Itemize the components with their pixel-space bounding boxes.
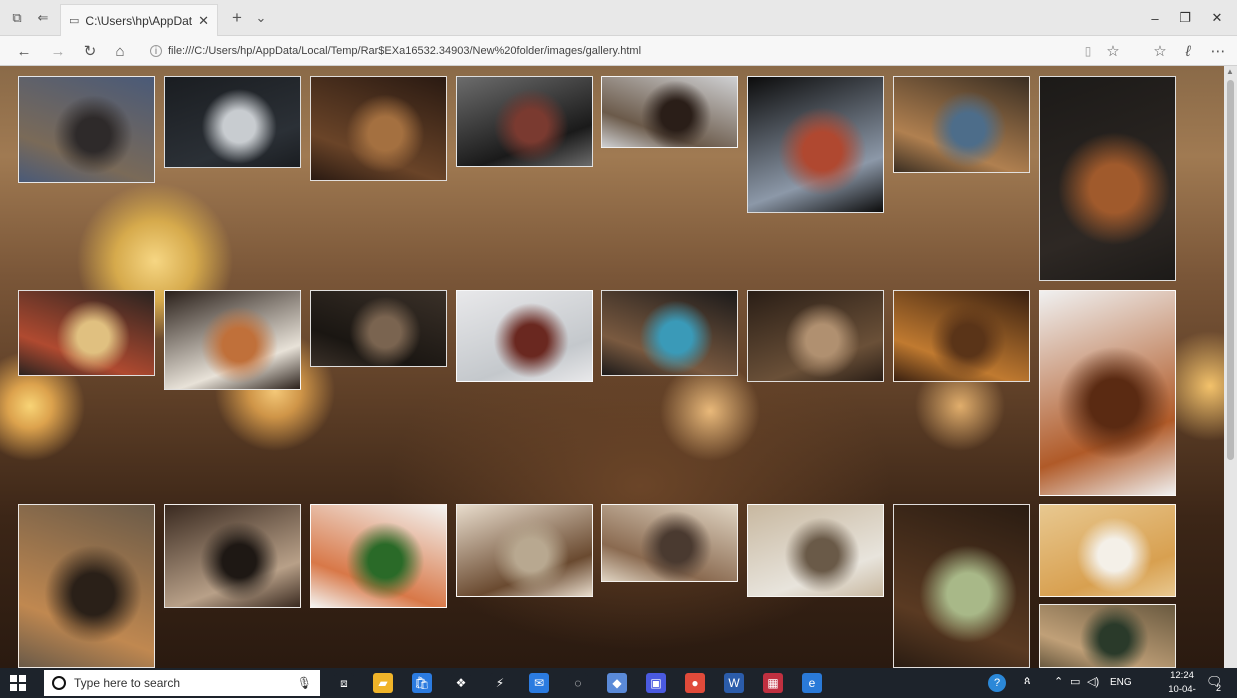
gallery-image[interactable]	[747, 290, 884, 382]
gallery-image[interactable]	[893, 76, 1030, 173]
gallery-image[interactable]	[747, 76, 884, 213]
microphone-icon[interactable]: 🎙	[297, 676, 312, 690]
gallery-image[interactable]	[456, 504, 593, 597]
url-field[interactable]: i file:///C:/Users/hp/AppData/Local/Temp…	[150, 40, 1070, 62]
gallery-image[interactable]	[456, 76, 593, 167]
url-text: file:///C:/Users/hp/AppData/Local/Temp/R…	[168, 45, 642, 57]
favorites-hub-icon[interactable]: ☆	[1150, 42, 1170, 60]
file-explorer-icon[interactable]: ▰	[373, 673, 393, 693]
notification-count: 2	[1216, 683, 1222, 693]
windows-start-icon[interactable]	[10, 675, 26, 691]
language-indicator[interactable]: ENG	[1110, 677, 1132, 688]
back-icon[interactable]: ←	[14, 42, 34, 60]
dropbox-icon[interactable]: ❖	[451, 673, 471, 693]
edge-icon[interactable]: e	[802, 673, 822, 693]
cortana-icon	[52, 676, 66, 690]
gallery-image[interactable]	[164, 76, 301, 168]
taskbar: Type here to search 🎙 ⧈ ▰ 🛍 ❖ ⚡ ✉ ◌ ◆ ▣ ● W ▦ e ? ጰ …	[0, 668, 1237, 698]
gallery-image[interactable]	[1039, 504, 1176, 597]
chrome-icon[interactable]: ●	[685, 673, 705, 693]
battery-icon[interactable]: ▭	[1070, 675, 1080, 688]
task-view-icon[interactable]: ⧈	[334, 673, 354, 693]
home-icon[interactable]: ⌂	[110, 42, 130, 60]
page-viewport: ▲	[0, 66, 1237, 668]
favorite-star-icon[interactable]: ☆	[1103, 42, 1123, 60]
reading-view-icon[interactable]: ▯	[1078, 42, 1098, 60]
gallery-image[interactable]	[601, 504, 738, 582]
gallery-image[interactable]	[601, 290, 738, 376]
tab-title: C:\Users\hp\AppData\L	[85, 13, 193, 28]
clock-time: 12:24	[1170, 670, 1194, 681]
gallery-image[interactable]	[747, 504, 884, 597]
gallery-image[interactable]	[456, 290, 593, 382]
gallery-image[interactable]	[18, 504, 155, 668]
gallery-image[interactable]	[1039, 290, 1176, 496]
gallery-image[interactable]	[1039, 76, 1176, 281]
people-icon[interactable]: ጰ	[1024, 675, 1031, 688]
gallery-image[interactable]	[893, 290, 1030, 382]
chevron-up-icon[interactable]: ⌃	[1054, 675, 1063, 688]
restore-icon[interactable]: ❐	[1175, 8, 1195, 28]
gallery-image[interactable]	[310, 76, 447, 181]
gallery-image[interactable]	[1039, 604, 1176, 668]
note-app-icon[interactable]: ◆	[607, 673, 627, 693]
green-app-icon[interactable]: ◌	[568, 673, 588, 693]
more-icon[interactable]: ⋯	[1208, 42, 1228, 60]
new-tab-icon[interactable]: +	[228, 8, 246, 27]
word-icon[interactable]: W	[724, 673, 744, 693]
chevron-down-icon[interactable]: ⌄	[252, 9, 270, 27]
info-icon[interactable]: i	[150, 45, 162, 57]
clock-date: 10-04-2020	[1168, 684, 1196, 695]
minimize-icon[interactable]: –	[1145, 8, 1165, 28]
tab-aside-icon[interactable]: ⇐	[34, 9, 52, 27]
browser-tab-bar: ⧉ ⇐ ▭ C:\Users\hp\AppData\L ✕ + ⌄ – ❐ ✕	[0, 0, 1237, 36]
pen-icon[interactable]: ℓ	[1178, 42, 1198, 60]
store-icon[interactable]: 🛍	[412, 673, 432, 693]
mail-icon[interactable]: ✉	[529, 673, 549, 693]
taskbar-search-box[interactable]: Type here to search 🎙	[44, 670, 320, 696]
gallery-image[interactable]	[893, 504, 1030, 668]
gallery-image[interactable]	[310, 504, 447, 608]
scrollbar-thumb[interactable]	[1227, 80, 1234, 460]
page-icon: ▭	[69, 15, 80, 27]
volume-icon[interactable]: ◁)	[1087, 675, 1099, 688]
browser-tab[interactable]: ▭ C:\Users\hp\AppData\L ✕	[60, 4, 218, 36]
help-icon[interactable]: ?	[988, 674, 1006, 692]
chat-app-icon[interactable]: ▣	[646, 673, 666, 693]
gallery-image[interactable]	[18, 76, 155, 183]
scrollbar[interactable]: ▲	[1224, 66, 1237, 668]
gallery-image[interactable]	[164, 504, 301, 608]
search-placeholder: Type here to search	[74, 676, 181, 690]
gallery-image[interactable]	[164, 290, 301, 390]
vscode-icon[interactable]: ⚡	[490, 673, 510, 693]
close-tab-icon[interactable]: ✕	[198, 13, 209, 29]
tab-actions-icon[interactable]: ⧉	[8, 9, 26, 27]
gallery-image[interactable]	[601, 76, 738, 148]
close-window-icon[interactable]: ✕	[1207, 8, 1227, 28]
gallery-image[interactable]	[18, 290, 155, 376]
clock[interactable]: 12:24 10-04-2020	[1164, 669, 1200, 698]
refresh-icon[interactable]: ↻	[80, 42, 100, 60]
address-bar: ← → ↻ ⌂ i file:///C:/Users/hp/AppData/Lo…	[0, 36, 1237, 66]
colorful-app-icon[interactable]: ▦	[763, 673, 783, 693]
forward-icon[interactable]: →	[48, 42, 68, 60]
scroll-up-icon[interactable]: ▲	[1226, 67, 1234, 76]
gallery-image[interactable]	[310, 290, 447, 367]
